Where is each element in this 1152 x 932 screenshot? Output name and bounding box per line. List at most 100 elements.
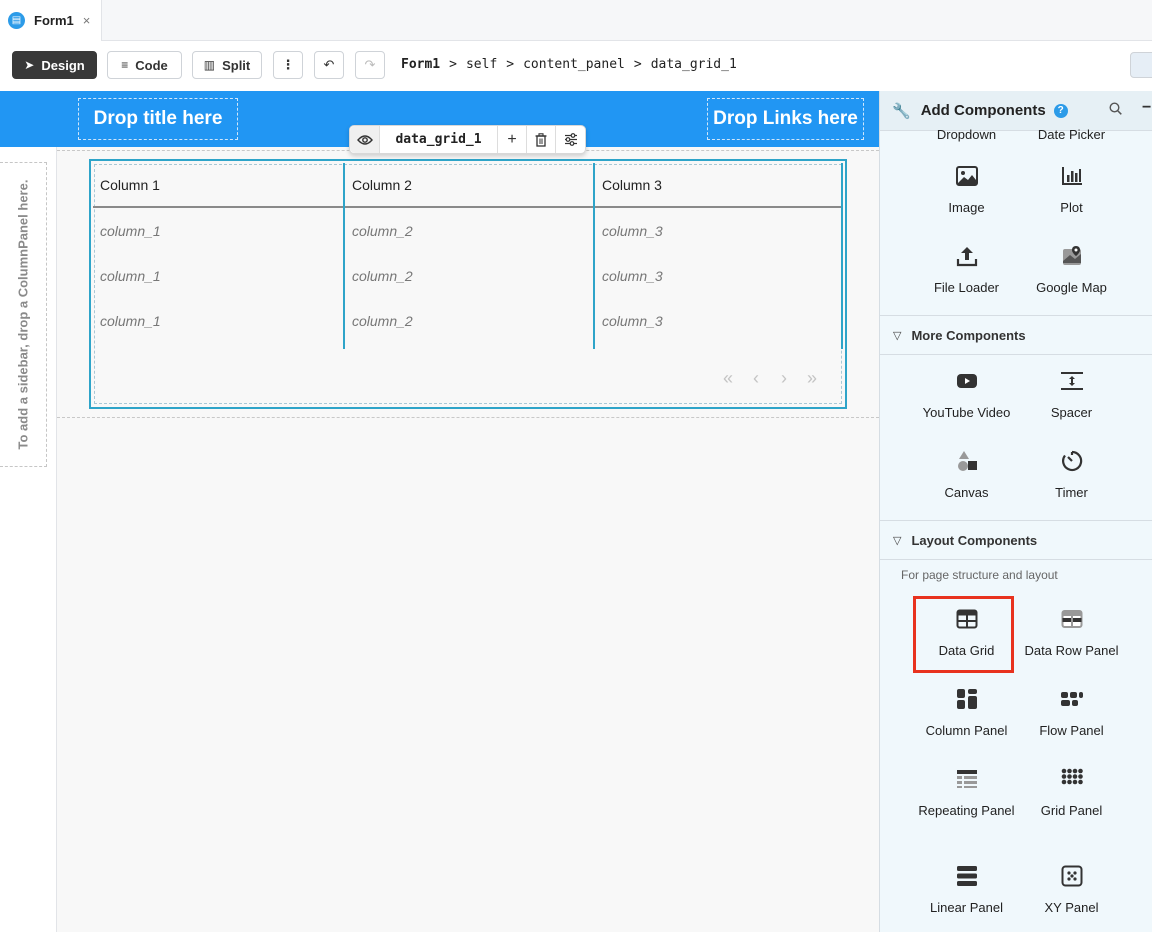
table-cell: column_2 (352, 267, 413, 284)
component-label: Image (948, 200, 985, 215)
grid-column-2[interactable]: Column 2 column_2 column_2 column_2 (343, 163, 593, 349)
sidebar-drop-zone[interactable]: To add a sidebar, drop a ColumnPanel her… (0, 162, 47, 467)
last-page-icon[interactable]: » (804, 368, 820, 389)
collapse-icon[interactable]: − (1142, 99, 1151, 117)
breadcrumb-form[interactable]: Form1 (401, 57, 440, 72)
component-label: Grid Panel (1040, 803, 1103, 818)
first-page-icon[interactable]: « (720, 368, 736, 389)
panel-title: Add Components (920, 102, 1046, 119)
section-layout-components[interactable]: ▽ Layout Components (880, 520, 1152, 560)
breadcrumb-data-grid[interactable]: data_grid_1 (651, 57, 737, 72)
delete-component-button[interactable] (527, 126, 556, 153)
upload-icon (956, 247, 977, 267)
sliders-icon (564, 133, 577, 146)
panel-toggle-button[interactable] (1130, 52, 1152, 78)
component-linear-panel[interactable]: Linear Panel (914, 864, 1019, 916)
column-header[interactable]: Column 2 (345, 163, 593, 208)
component-file-loader[interactable]: File Loader (914, 244, 1019, 296)
component-data-row-panel[interactable]: Data Row Panel (1019, 607, 1124, 659)
help-icon[interactable]: ? (1053, 103, 1068, 118)
split-button[interactable]: ▥ Split (192, 51, 262, 79)
tab-form1[interactable]: ▤ Form1 × (0, 0, 102, 41)
repeating-panel-icon (956, 770, 977, 788)
more-options-button[interactable]: ⋮ (273, 51, 303, 79)
component-dropdown[interactable]: Dropdown (914, 127, 1019, 143)
table-cell: column_1 (100, 312, 161, 329)
drop-title-slot[interactable]: Drop title here (78, 98, 238, 140)
undo-button[interactable]: ↶ (314, 51, 344, 79)
grid-column-1[interactable]: Column 1 column_1 column_1 column_1 (93, 163, 343, 349)
map-pin-icon (1062, 246, 1081, 265)
panel-header: 🔧 Add Components ? − (880, 91, 1152, 131)
eye-icon (356, 134, 373, 145)
component-label: File Loader (933, 280, 1000, 295)
code-button[interactable]: ≡ Code (107, 51, 182, 79)
plus-icon: + (507, 130, 517, 148)
close-icon[interactable]: × (83, 13, 91, 28)
table-cell: column_1 (100, 222, 161, 239)
component-youtube-video[interactable]: YouTube Video (914, 369, 1019, 421)
lines-icon: ≡ (121, 58, 129, 72)
table-cell: column_2 (352, 222, 413, 239)
component-image[interactable]: Image (914, 164, 1019, 216)
flow-panel-icon (1060, 692, 1083, 706)
component-label: Date Picker (1037, 127, 1106, 142)
column-header[interactable]: Column 3 (595, 163, 841, 208)
component-spacer[interactable]: Spacer (1019, 369, 1124, 421)
linear-panel-icon (956, 866, 977, 886)
component-label: Timer (1055, 485, 1088, 500)
component-date-picker[interactable]: Date Picker (1019, 127, 1124, 143)
component-google-map[interactable]: Google Map (1019, 244, 1124, 296)
component-flow-panel[interactable]: Flow Panel (1019, 687, 1124, 739)
breadcrumb-self[interactable]: self (466, 57, 497, 72)
tab-label: Form1 (34, 13, 74, 28)
add-component-button[interactable]: + (498, 126, 527, 153)
breadcrumb-separator: > (449, 57, 457, 72)
table-cell: column_2 (352, 312, 413, 329)
tab-bar: ▤ Form1 × (0, 0, 1152, 41)
drop-links-slot[interactable]: Drop Links here (707, 98, 864, 140)
timer-icon (1061, 450, 1082, 472)
section-more-components[interactable]: ▽ More Components (880, 315, 1152, 355)
component-column-panel[interactable]: Column Panel (914, 687, 1019, 739)
component-label: YouTube Video (922, 405, 1011, 420)
design-button[interactable]: ➤ Design (12, 51, 97, 79)
layout-hint: For page structure and layout (901, 568, 1058, 582)
add-components-panel: 🔧 Add Components ? − Dropdown Date Picke… (879, 91, 1152, 932)
grid-column-3[interactable]: Column 3 column_3 column_3 column_3 (593, 163, 843, 349)
chevron-down-icon: ▽ (893, 534, 902, 547)
breadcrumb-separator: > (506, 57, 515, 72)
component-name[interactable]: data_grid_1 (380, 126, 498, 153)
column-header[interactable]: Column 1 (93, 163, 343, 208)
component-xy-panel[interactable]: XY Panel (1019, 864, 1124, 916)
image-icon (955, 166, 978, 186)
grid-table: Column 1 column_1 column_1 column_1 Colu… (93, 163, 843, 349)
search-icon[interactable] (1109, 102, 1122, 118)
split-icon: ▥ (203, 58, 216, 72)
undo-icon: ↶ (323, 57, 335, 72)
column-panel-icon (956, 689, 977, 709)
component-label: Plot (1060, 200, 1083, 215)
bar-chart-icon (1061, 167, 1082, 185)
component-label: Linear Panel (930, 900, 1003, 915)
component-canvas[interactable]: Canvas (914, 449, 1019, 501)
component-grid-panel[interactable]: Grid Panel (1019, 767, 1124, 819)
xy-panel-icon (1061, 865, 1082, 887)
component-label: Column Panel (925, 723, 1008, 738)
prev-page-icon[interactable]: ‹ (748, 368, 764, 389)
redo-button[interactable]: ↷ (355, 51, 385, 79)
component-plot[interactable]: Plot (1019, 164, 1124, 216)
component-label: Data Row Panel (1024, 643, 1119, 658)
visibility-toggle[interactable] (350, 126, 380, 153)
section-label: More Components (911, 327, 1026, 343)
component-repeating-panel[interactable]: Repeating Panel (914, 767, 1019, 819)
component-timer[interactable]: Timer (1019, 449, 1124, 501)
component-properties-button[interactable] (556, 126, 585, 153)
next-page-icon[interactable]: › (776, 368, 792, 389)
component-toolbar: data_grid_1 + (349, 125, 586, 154)
breadcrumb-content-panel[interactable]: content_panel (523, 57, 625, 72)
trash-icon (535, 132, 547, 147)
send-icon: ➤ (24, 58, 35, 72)
grid-panel-icon (1061, 768, 1083, 785)
design-label: Design (41, 57, 85, 73)
